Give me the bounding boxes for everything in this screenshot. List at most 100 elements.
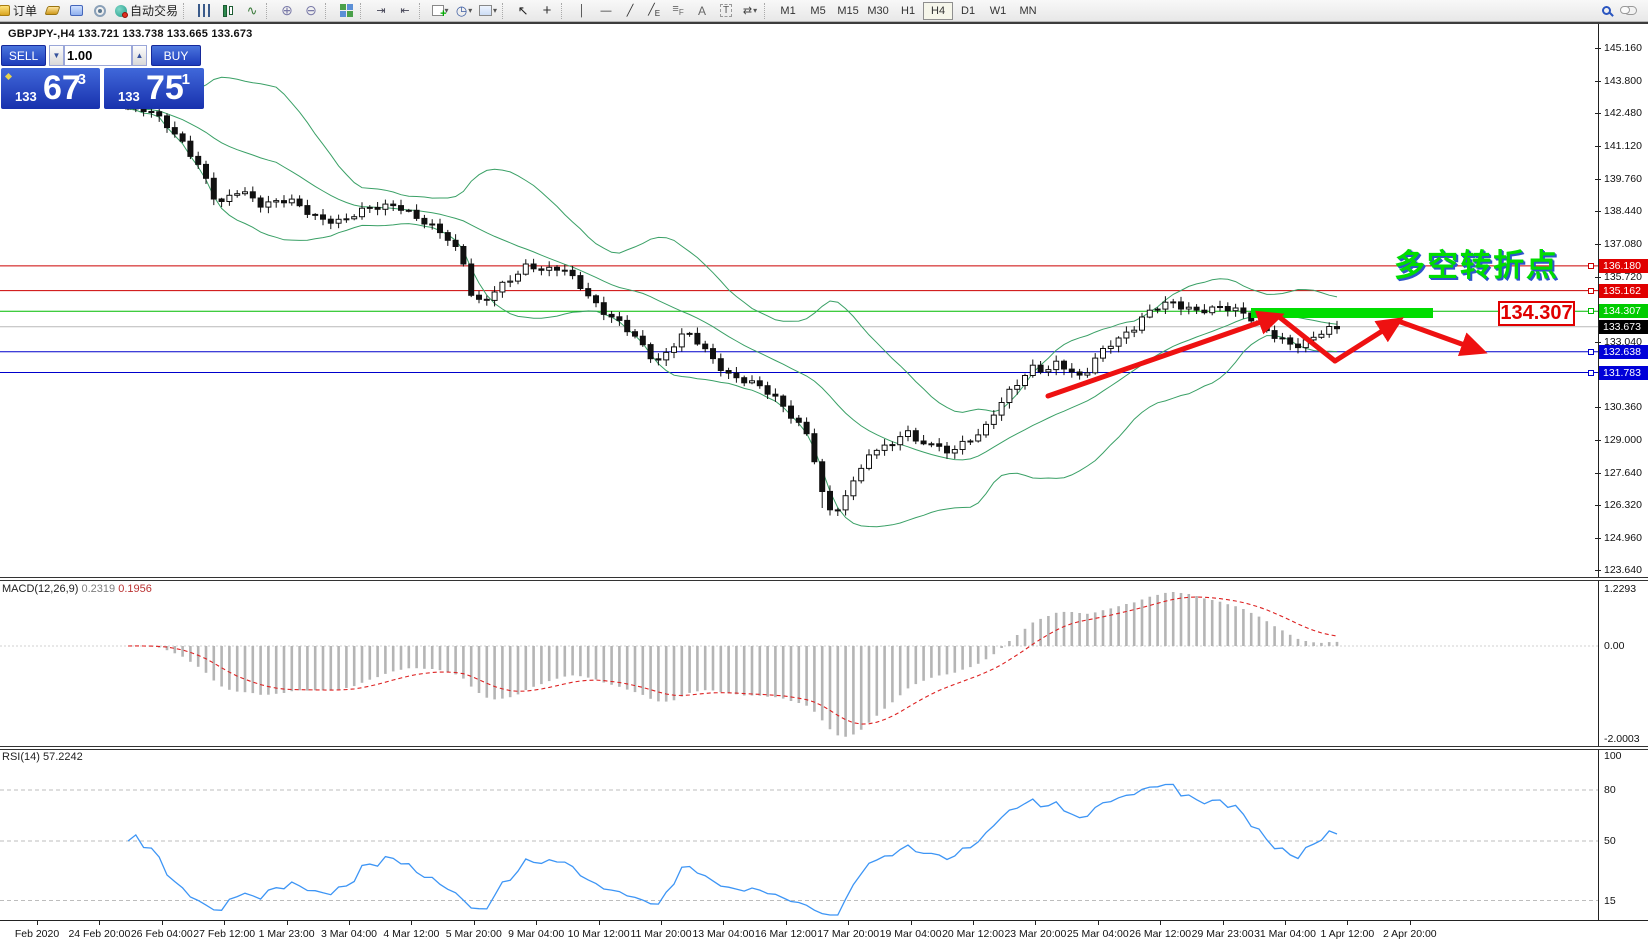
time-tick bbox=[661, 921, 662, 925]
step-back-button[interactable]: ⇤ bbox=[393, 1, 417, 21]
price-tag-132.638: 132.638 bbox=[1599, 345, 1648, 359]
chart-canvas[interactable] bbox=[0, 0, 1648, 944]
volume-increase-button[interactable]: ▲ bbox=[132, 45, 147, 66]
buy-price-figure: 133 bbox=[118, 89, 140, 104]
channel-icon: ╱E bbox=[648, 3, 660, 18]
fibonacci-button[interactable]: ≡F bbox=[666, 1, 690, 21]
tile-windows-button[interactable] bbox=[334, 1, 358, 21]
sell-button[interactable]: SELL bbox=[1, 45, 46, 66]
time-tick bbox=[411, 921, 412, 925]
price-axis-label: 139.760 bbox=[1604, 173, 1642, 185]
new-order-label: 订单 bbox=[13, 2, 37, 19]
arrows-button[interactable]: ⇄▾ bbox=[738, 1, 762, 21]
price-axis-label: 123.640 bbox=[1604, 564, 1642, 576]
new-chart-button[interactable]: + ▾ bbox=[428, 1, 452, 21]
price-tick bbox=[1595, 342, 1601, 343]
buy-button[interactable]: BUY bbox=[151, 45, 201, 66]
text-label-button[interactable]: T bbox=[714, 1, 738, 21]
buy-price-panel[interactable]: 133 75 1 bbox=[104, 68, 204, 109]
volume-decrease-button[interactable]: ▼ bbox=[49, 45, 64, 66]
pane-divider-macd[interactable] bbox=[0, 577, 1648, 581]
time-tick bbox=[1347, 921, 1348, 925]
annotation-price-label[interactable]: 134.307 bbox=[1498, 301, 1575, 326]
toolbar-separator bbox=[561, 3, 568, 19]
market-watch-button[interactable] bbox=[64, 1, 88, 21]
timeframe-button-W1[interactable]: W1 bbox=[983, 2, 1013, 20]
arrows-icon: ⇄ bbox=[743, 4, 752, 17]
gold-button[interactable] bbox=[40, 1, 64, 21]
line-chart-type-button[interactable]: ∿ bbox=[240, 1, 264, 21]
line-handle bbox=[1588, 288, 1594, 294]
search-icon bbox=[1602, 6, 1611, 15]
price-axis-label: 137.080 bbox=[1604, 238, 1642, 250]
price-axis-label: 143.800 bbox=[1604, 75, 1642, 87]
sell-price-panel[interactable]: 133 67 3 bbox=[1, 68, 100, 109]
trendline-button[interactable]: ╱ bbox=[618, 1, 642, 21]
step-back-icon: ⇤ bbox=[400, 4, 409, 17]
chat-button[interactable] bbox=[1618, 1, 1642, 21]
timeframe-button-MN[interactable]: MN bbox=[1013, 2, 1043, 20]
trendline-icon: ╱ bbox=[627, 4, 634, 17]
time-tick bbox=[1223, 921, 1224, 925]
mt4-window: 订单 自动交易 ∿ ⊕ ⊖ bbox=[0, 0, 1648, 944]
timeframe-button-M15[interactable]: M15 bbox=[833, 2, 863, 20]
vertical-line-button[interactable]: │ bbox=[570, 1, 594, 21]
zoom-in-icon: ⊕ bbox=[281, 2, 293, 19]
timeframe-button-H4[interactable]: H4 bbox=[923, 2, 953, 20]
price-tag-131.783: 131.783 bbox=[1599, 366, 1648, 380]
periods-button[interactable]: ◷▾ bbox=[452, 1, 476, 21]
zoom-out-button[interactable]: ⊖ bbox=[299, 1, 323, 21]
search-button[interactable] bbox=[1594, 1, 1618, 21]
price-tick bbox=[1595, 440, 1601, 441]
templates-button[interactable]: ▾ bbox=[476, 1, 500, 21]
step-forward-button[interactable]: ⇥ bbox=[369, 1, 393, 21]
sell-price-figure: 133 bbox=[15, 89, 37, 104]
line-handle bbox=[1588, 349, 1594, 355]
bar-chart-type-button[interactable] bbox=[192, 1, 216, 21]
time-tick bbox=[1285, 921, 1286, 925]
time-tick bbox=[474, 921, 475, 925]
candle-chart-type-button[interactable] bbox=[216, 1, 240, 21]
price-axis-label: 145.160 bbox=[1604, 42, 1642, 54]
market-watch-icon bbox=[70, 5, 83, 16]
text-button[interactable]: A bbox=[690, 1, 714, 21]
timeframe-button-M1[interactable]: M1 bbox=[773, 2, 803, 20]
bar-chart-icon bbox=[198, 4, 211, 17]
price-axis-label: 141.120 bbox=[1604, 140, 1642, 152]
clock-icon: ◷ bbox=[456, 3, 467, 19]
toolbar-separator bbox=[325, 3, 332, 19]
macd-axis-label: 1.2293 bbox=[1604, 583, 1636, 595]
price-tick bbox=[1595, 146, 1601, 147]
fibonacci-icon: ≡F bbox=[672, 3, 683, 17]
zoom-in-button[interactable]: ⊕ bbox=[275, 1, 299, 21]
new-order-button[interactable]: 订单 bbox=[0, 1, 40, 21]
line-handle bbox=[1588, 370, 1594, 376]
chat-icon bbox=[1624, 6, 1637, 15]
panel-collapse-icon bbox=[5, 73, 12, 80]
volume-input[interactable] bbox=[64, 45, 132, 66]
rsi-label: RSI(14) 57.2242 bbox=[2, 751, 83, 763]
annotation-text[interactable]: 多空转折点 bbox=[1394, 240, 1559, 285]
time-tick bbox=[786, 921, 787, 925]
timeframe-button-H1[interactable]: H1 bbox=[893, 2, 923, 20]
pane-divider-rsi[interactable] bbox=[0, 746, 1648, 750]
channel-button[interactable]: ╱E bbox=[642, 1, 666, 21]
rsi-axis-label: 15 bbox=[1604, 895, 1616, 907]
horizontal-line-button[interactable]: — bbox=[594, 1, 618, 21]
timeframe-button-M30[interactable]: M30 bbox=[863, 2, 893, 20]
signal-button[interactable] bbox=[88, 1, 112, 21]
price-axis-label: 127.640 bbox=[1604, 467, 1642, 479]
autotrading-button[interactable]: 自动交易 bbox=[112, 1, 181, 21]
horizontal-line-icon: — bbox=[601, 5, 612, 17]
macd-name: MACD(12,26,9) bbox=[2, 583, 78, 595]
timeframe-button-D1[interactable]: D1 bbox=[953, 2, 983, 20]
price-tick bbox=[1595, 48, 1601, 49]
text-label-icon: T bbox=[720, 4, 732, 17]
toolbar-separator bbox=[266, 3, 273, 19]
cursor-button[interactable]: ↖ bbox=[511, 1, 535, 21]
timeframe-button-M5[interactable]: M5 bbox=[803, 2, 833, 20]
crosshair-button[interactable]: + bbox=[535, 1, 559, 21]
rsi-value: 57.2242 bbox=[43, 751, 83, 763]
time-axis[interactable]: Feb 202024 Feb 20:0026 Feb 04:0027 Feb 1… bbox=[0, 920, 1648, 944]
time-tick bbox=[536, 921, 537, 925]
